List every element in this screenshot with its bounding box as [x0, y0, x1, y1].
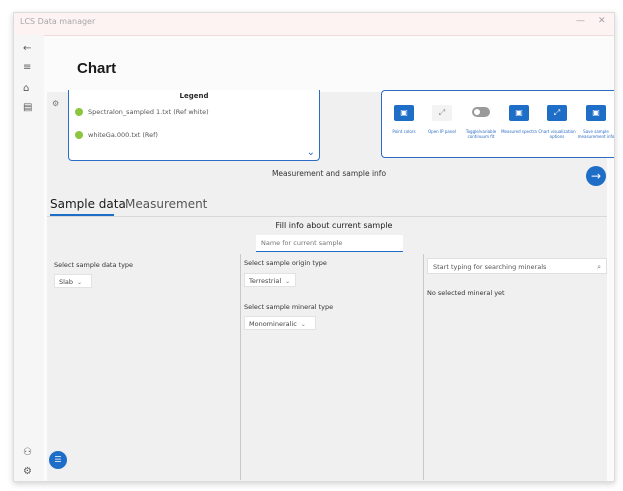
- tool-point-colors[interactable]: ▣ Point colors: [384, 105, 424, 134]
- point-colors-icon: ▣: [394, 105, 414, 121]
- legend-title: Legend: [179, 92, 209, 100]
- chart-visualization-icon: ⤢: [547, 105, 567, 121]
- title-bar: LCS Data manager — ✕: [14, 13, 614, 36]
- chart-nav-icon[interactable]: ▤: [23, 102, 32, 113]
- mineral-type-label: Select sample mineral type: [244, 303, 334, 311]
- mineral-type-value: Monomineralic: [249, 320, 297, 328]
- chevron-down-icon: ⌄: [77, 279, 83, 286]
- measured-spectra-icon: ▣: [509, 105, 529, 121]
- nav-rail: ← ≡ ⌂ ▤ ⚇ ⚙: [14, 35, 44, 481]
- sample-data-type-label: Select sample data type: [54, 261, 134, 269]
- main-area: Chart ⚙ Legend Spectralon_sampled 1.txt …: [44, 35, 614, 481]
- close-button[interactable]: ✕: [598, 16, 606, 26]
- chevron-down-icon[interactable]: ⌄: [307, 147, 315, 158]
- tool-label: Save sample measurement info: [577, 129, 615, 139]
- toggle-switch[interactable]: [472, 107, 490, 117]
- origin-type-value: Terrestrial: [249, 277, 282, 285]
- tab-divider: [47, 216, 607, 217]
- legend-item[interactable]: whiteGa.000.txt (Ref): [75, 131, 158, 139]
- legend-item[interactable]: Spectralon_sampled 1.txt (Ref white): [75, 108, 209, 116]
- tool-label: Measured spectra: [501, 129, 537, 134]
- legend-settings-icon[interactable]: ⚙: [52, 99, 59, 108]
- home-icon[interactable]: ⌂: [23, 83, 29, 94]
- fab-button[interactable]: ☰: [49, 451, 67, 469]
- chevron-down-icon: ⌄: [300, 321, 306, 328]
- tab-measurement[interactable]: Measurement: [125, 197, 207, 211]
- tab-sample-data[interactable]: Sample data: [50, 197, 126, 211]
- legend-item-label: Spectralon_sampled 1.txt (Ref white): [88, 108, 209, 116]
- sample-name-input[interactable]: [256, 235, 403, 252]
- search-icon: ⌕: [597, 263, 601, 271]
- column-divider: [240, 254, 241, 480]
- legend-card: Legend Spectralon_sampled 1.txt (Ref whi…: [68, 90, 320, 161]
- tool-save-measurement[interactable]: ▣ Save sample measurement info: [576, 105, 615, 139]
- minimize-button[interactable]: —: [576, 16, 585, 26]
- chevron-down-icon: ⌄: [285, 278, 291, 285]
- mineral-search-input[interactable]: Start typing for searching minerals ⌕: [427, 258, 607, 274]
- chart-tools-panel: ▣ Point colors ⤢ Open IP panel Toggle/va…: [381, 90, 615, 158]
- measurement-info-label: Measurement and sample info: [271, 169, 387, 178]
- tool-continuum-toggle[interactable]: Toggle/variable continuum fit: [461, 105, 501, 139]
- save-icon: ▣: [586, 105, 606, 121]
- tool-label: Open IP panel: [428, 129, 456, 134]
- tool-chart-visualization[interactable]: ⤢ Chart visualization options: [537, 105, 577, 139]
- column-divider: [423, 254, 424, 480]
- legend-item-label: whiteGa.000.txt (Ref): [88, 131, 158, 139]
- app-window: LCS Data manager — ✕ ← ≡ ⌂ ▤ ⚇ ⚙ Chart ⚙…: [13, 12, 615, 482]
- no-mineral-message: No selected mineral yet: [427, 289, 505, 297]
- user-icon[interactable]: ⚇: [23, 447, 32, 458]
- tool-label: Toggle/variable continuum fit: [465, 129, 497, 139]
- open-panel-icon: ⤢: [432, 105, 452, 121]
- tool-open-ip-panel[interactable]: ⤢ Open IP panel: [422, 105, 462, 134]
- mineral-type-select[interactable]: Monomineralic ⌄: [244, 316, 316, 330]
- origin-type-label: Select sample origin type: [244, 259, 327, 267]
- fill-info-title: Fill info about current sample: [275, 221, 393, 230]
- sample-data-type-value: Slab: [59, 278, 74, 286]
- origin-type-select[interactable]: Terrestrial ⌄: [244, 273, 296, 287]
- tool-label: Chart visualization options: [538, 129, 576, 139]
- tool-measured-spectra[interactable]: ▣ Measured spectra: [499, 105, 539, 134]
- menu-icon[interactable]: ≡: [23, 62, 31, 73]
- settings-icon[interactable]: ⚙: [23, 466, 32, 477]
- back-icon[interactable]: ←: [23, 43, 31, 54]
- legend-marker: [75, 108, 83, 116]
- legend-marker: [75, 131, 83, 139]
- page-title: Chart: [77, 60, 117, 77]
- tool-label: Point colors: [392, 129, 416, 134]
- app-title: LCS Data manager: [20, 17, 96, 26]
- mineral-search-placeholder: Start typing for searching minerals: [433, 263, 547, 271]
- active-tab-indicator: [50, 214, 114, 216]
- next-arrow-button[interactable]: →: [586, 166, 606, 186]
- sample-data-type-select[interactable]: Slab ⌄: [54, 274, 92, 288]
